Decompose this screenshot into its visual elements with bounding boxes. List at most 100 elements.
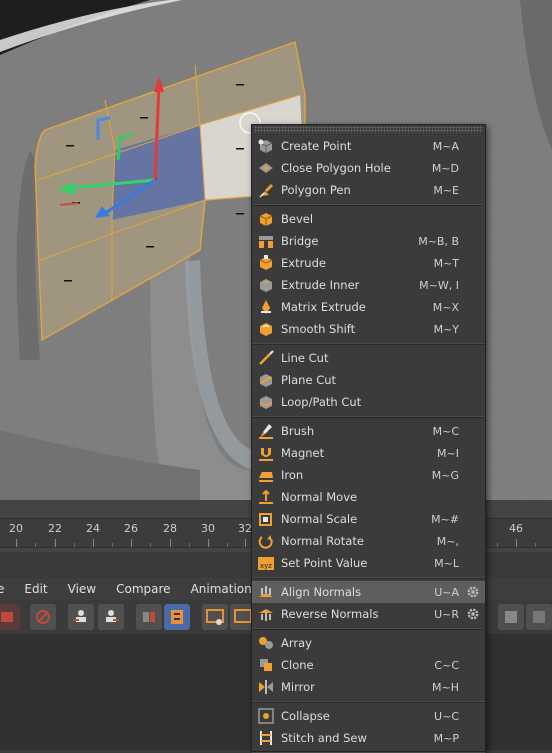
menu-item-shortcut: M~H: [432, 680, 459, 694]
menu-item-label: Create Point: [281, 139, 352, 153]
menu-item-reverse-normals[interactable]: Reverse Normals U~R: [252, 603, 485, 625]
menu-item-stitch-and-sew[interactable]: Stitch and Sew M~P: [252, 727, 485, 749]
no-entry-icon[interactable]: [30, 604, 56, 630]
menu-item-label: Reverse Normals: [281, 607, 379, 621]
render-icon[interactable]: [0, 604, 20, 630]
menu-item-plane-cut[interactable]: Plane Cut: [252, 369, 485, 391]
menu-item-brush[interactable]: Brush M~C: [252, 420, 485, 442]
svg-text:xyz: xyz: [260, 562, 272, 570]
stitch-and-sew-icon: [257, 729, 275, 747]
smooth-shift-icon: [257, 320, 275, 338]
menu-animation[interactable]: Animation: [181, 582, 262, 596]
bridge-icon: [257, 232, 275, 250]
layout-icon[interactable]: [526, 604, 552, 630]
menu-item-label: Normal Move: [281, 490, 358, 504]
tick-label: 32: [238, 522, 252, 535]
menu-item-clone[interactable]: Clone C~C: [252, 654, 485, 676]
menu-edit[interactable]: Edit: [14, 582, 57, 596]
menu-item-bevel[interactable]: Bevel: [252, 208, 485, 230]
menu-item-shortcut: U~A: [434, 585, 459, 599]
menu-item-close-polygon-hole[interactable]: Close Polygon Hole M~D: [252, 157, 485, 179]
bevel-icon: [257, 210, 275, 228]
tick-mark: [55, 539, 56, 547]
extrude-inner-icon: [257, 276, 275, 294]
menu-item-shortcut: M~T: [433, 256, 459, 270]
magnet-icon: [257, 444, 275, 462]
grid-icon[interactable]: [498, 604, 524, 630]
menu-item-shortcut: M~P: [433, 731, 459, 745]
menu-item-label: Mirror: [281, 680, 315, 694]
menu-item-shortcut: M~I: [437, 446, 459, 460]
menu-item-shortcut: M~C: [432, 424, 459, 438]
menu-item-normal-move[interactable]: Normal Move: [252, 486, 485, 508]
menu-item-align-normals[interactable]: Align Normals U~A: [252, 581, 485, 603]
menu-item-label: Iron: [281, 468, 304, 482]
menu-item-label: Polygon Pen: [281, 183, 351, 197]
menu-item-set-point-value[interactable]: xyz Set Point Value M~L: [252, 552, 485, 574]
menu-section: Align Normals U~A Reverse Normals U~R: [252, 578, 485, 629]
menu-item-bridge[interactable]: Bridge M~B, B: [252, 230, 485, 252]
clone-icon: [257, 656, 275, 674]
tick-label: 24: [86, 522, 100, 535]
tick-label: 26: [124, 522, 138, 535]
menu-item-mirror[interactable]: Mirror M~H: [252, 676, 485, 698]
menu-item-collapse[interactable]: Collapse U~C: [252, 705, 485, 727]
menu-compare[interactable]: Compare: [106, 582, 180, 596]
mirror-icon: [257, 678, 275, 696]
tick-label: 46: [509, 522, 523, 535]
menu-item-shortcut: M~B, B: [418, 234, 459, 248]
menu-file[interactable]: e: [0, 582, 14, 596]
menu-item-label: Bridge: [281, 234, 319, 248]
matrix-extrude-icon: [257, 298, 275, 316]
menu-item-label: Bevel: [281, 212, 314, 226]
menu-item-label: Collapse: [281, 709, 330, 723]
plane-cut-icon: [257, 371, 275, 389]
menu-item-create-point[interactable]: Create Point M~A: [252, 135, 485, 157]
menu-view[interactable]: View: [58, 582, 106, 596]
gear-icon[interactable]: [465, 584, 481, 600]
menu-item-matrix-extrude[interactable]: Matrix Extrude M~X: [252, 296, 485, 318]
menu-item-shortcut: M~D: [431, 161, 459, 175]
extrude-icon: [257, 254, 275, 272]
tick-label: 22: [48, 522, 62, 535]
menu-item-shortcut: U~R: [434, 607, 459, 621]
menu-section: Line Cut Plane Cut Loop/Path Cut: [252, 344, 485, 417]
menu-item-label: Extrude: [281, 256, 326, 270]
menu-item-magnet[interactable]: Magnet M~I: [252, 442, 485, 464]
menu-item-label: Smooth Shift: [281, 322, 356, 336]
tick-mark: [112, 543, 113, 547]
menu-item-shortcut: U~C: [434, 709, 459, 723]
menu-item-extrude[interactable]: Extrude M~T: [252, 252, 485, 274]
viewport-render-icon[interactable]: [202, 604, 228, 630]
menu-section: Collapse U~C Stitch and Sew M~P: [252, 702, 485, 753]
add-keyframe-icon[interactable]: [68, 604, 94, 630]
tick-label: 30: [201, 522, 215, 535]
menu-item-smooth-shift[interactable]: Smooth Shift M~Y: [252, 318, 485, 340]
film-icon[interactable]: [164, 604, 190, 630]
tick-mark: [189, 543, 190, 547]
menu-item-polygon-pen[interactable]: Polygon Pen M~E: [252, 179, 485, 201]
menu-item-shortcut: M~L: [434, 556, 459, 570]
remove-keyframe-icon[interactable]: [98, 604, 124, 630]
menu-item-shortcut: M~X: [432, 300, 459, 314]
menu-item-normal-rotate[interactable]: Normal Rotate M~,: [252, 530, 485, 552]
gear-icon[interactable]: [465, 606, 481, 622]
menu-item-array[interactable]: Array: [252, 632, 485, 654]
brush-icon: [257, 422, 275, 440]
tick-mark: [516, 539, 517, 547]
tick-mark: [245, 539, 246, 547]
menu-item-label: Plane Cut: [281, 373, 337, 387]
menu-section: Array Clone C~C Mirror M~H: [252, 629, 485, 702]
menu-item-label: Normal Rotate: [281, 534, 364, 548]
menu-item-extrude-inner[interactable]: Extrude Inner M~W, I: [252, 274, 485, 296]
tick-mark: [93, 539, 94, 547]
menu-section: Create Point M~A Close Polygon Hole M~D Poly…: [252, 133, 485, 205]
menu-item-normal-scale[interactable]: Normal Scale M~#: [252, 508, 485, 530]
tick-mark: [74, 543, 75, 547]
normal-rotate-icon: [257, 532, 275, 550]
menu-tearoff-grip[interactable]: [254, 126, 483, 133]
menu-item-line-cut[interactable]: Line Cut: [252, 347, 485, 369]
record-icon[interactable]: [136, 604, 162, 630]
menu-item-loop-path-cut[interactable]: Loop/Path Cut: [252, 391, 485, 413]
menu-item-iron[interactable]: Iron M~G: [252, 464, 485, 486]
